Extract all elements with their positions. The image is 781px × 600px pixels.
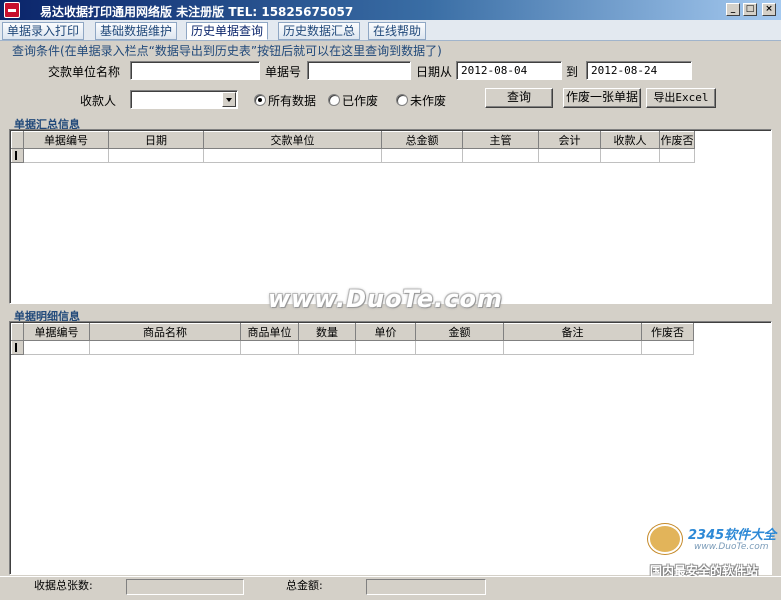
query-panel: 查询条件(在单据录入栏点“数据导出到历史表”按钮后就可以在这里查询到数据了) 交… — [0, 41, 781, 115]
row-indicator[interactable] — [11, 340, 24, 355]
summary-col-void[interactable]: 作废否 — [659, 131, 695, 149]
receipt-count-label: 收据总张数: — [34, 579, 93, 592]
doc-no-label: 单据号 — [265, 65, 302, 79]
close-button[interactable]: × — [762, 3, 776, 16]
detail-col-remark[interactable]: 备注 — [503, 323, 642, 341]
void-button[interactable]: 作废一张单据 — [563, 88, 641, 108]
summary-corner — [11, 131, 24, 149]
summary-section-header: 单据汇总信息 — [0, 117, 781, 131]
summary-table: 单据编号 日期 交款单位 总金额 主管 会计 收款人 作废否 — [11, 131, 695, 163]
corner-logo: 2345软件大全 www.DuoTe.com 国内最安全的软件站 — [640, 522, 780, 580]
watermark: www.DuoTe.com — [268, 285, 503, 313]
tab-basic-data[interactable]: 基础数据维护 — [95, 22, 178, 40]
search-button[interactable]: 查询 — [485, 88, 553, 108]
radio-not-void[interactable] — [396, 94, 408, 106]
total-amount-value — [366, 579, 486, 595]
radio-all[interactable] — [254, 94, 266, 106]
summary-col-doc-no[interactable]: 单据编号 — [23, 131, 109, 149]
total-amount-label: 总金额: — [286, 579, 323, 592]
date-from-input[interactable]: 2012-08-04 — [456, 61, 562, 80]
detail-col-product[interactable]: 商品名称 — [89, 323, 241, 341]
chevron-down-icon[interactable] — [222, 92, 236, 107]
receiver-label: 收款人 — [80, 94, 117, 108]
tab-online-help[interactable]: 在线帮助 — [368, 22, 427, 40]
table-row[interactable] — [11, 340, 694, 355]
payer-label: 交款单位名称 — [48, 65, 121, 79]
radio-void[interactable] — [328, 94, 340, 106]
radio-void-label[interactable]: 已作废 — [342, 92, 378, 109]
date-from-label: 日期从 — [416, 65, 453, 79]
detail-table: 单据编号 商品名称 商品单位 数量 单价 金额 备注 作废否 — [11, 323, 694, 355]
receiver-combo[interactable] — [130, 90, 238, 109]
detail-col-price[interactable]: 单价 — [355, 323, 416, 341]
summary-header-row: 单据编号 日期 交款单位 总金额 主管 会计 收款人 作废否 — [11, 131, 695, 149]
date-to-input[interactable]: 2012-08-24 — [586, 61, 692, 80]
tab-history-summary[interactable]: 历史数据汇总 — [278, 22, 361, 40]
tab-history-query[interactable]: 历史单据查询 — [186, 22, 269, 40]
summary-grid[interactable]: 单据编号 日期 交款单位 总金额 主管 会计 收款人 作废否 — [9, 129, 772, 304]
title-bar: 易达收据打印通用网络版 未注册版 TEL: 15825675057 _ □ × — [0, 0, 781, 20]
detail-col-void[interactable]: 作废否 — [641, 323, 694, 341]
minimize-button[interactable]: _ — [726, 3, 740, 16]
radio-not-void-label[interactable]: 未作废 — [410, 92, 446, 109]
receipt-count-value — [126, 579, 244, 595]
summary-col-accountant[interactable]: 会计 — [538, 131, 601, 149]
maximize-button[interactable]: □ — [743, 3, 757, 16]
table-row[interactable] — [11, 148, 695, 163]
detail-corner — [11, 323, 24, 341]
tab-strip: 单据录入打印 基础数据维护 历史单据查询 历史数据汇总 在线帮助 — [0, 20, 781, 41]
tab-entry-print[interactable]: 单据录入打印 — [2, 22, 85, 40]
summary-col-payer[interactable]: 交款单位 — [203, 131, 382, 149]
detail-col-doc-no[interactable]: 单据编号 — [23, 323, 90, 341]
status-bar: 收据总张数: 总金额: — [0, 576, 781, 600]
logo-url: www.DuoTe.com — [694, 542, 769, 552]
detail-col-qty[interactable]: 数量 — [298, 323, 356, 341]
doc-no-input[interactable] — [307, 61, 411, 80]
radio-all-label[interactable]: 所有数据 — [268, 92, 316, 109]
detail-col-unit[interactable]: 商品单位 — [240, 323, 299, 341]
window-title: 易达收据打印通用网络版 未注册版 TEL: 15825675057 — [40, 5, 354, 19]
summary-col-supervisor[interactable]: 主管 — [462, 131, 539, 149]
row-indicator[interactable] — [11, 148, 24, 163]
detail-col-amount[interactable]: 金额 — [415, 323, 504, 341]
query-hint: 查询条件(在单据录入栏点“数据导出到历史表”按钮后就可以在这里查询到数据了) — [12, 44, 442, 58]
summary-col-receiver[interactable]: 收款人 — [600, 131, 660, 149]
mascot-icon — [648, 524, 682, 554]
logo-brand: 2345软件大全 — [688, 528, 777, 543]
summary-col-total[interactable]: 总金额 — [381, 131, 463, 149]
detail-header-row: 单据编号 商品名称 商品单位 数量 单价 金额 备注 作废否 — [11, 323, 694, 341]
app-icon[interactable] — [4, 2, 20, 18]
export-excel-button[interactable]: 导出Excel — [646, 88, 716, 108]
date-to-label: 到 — [566, 65, 579, 79]
summary-col-date[interactable]: 日期 — [108, 131, 204, 149]
payer-input[interactable] — [130, 61, 260, 80]
